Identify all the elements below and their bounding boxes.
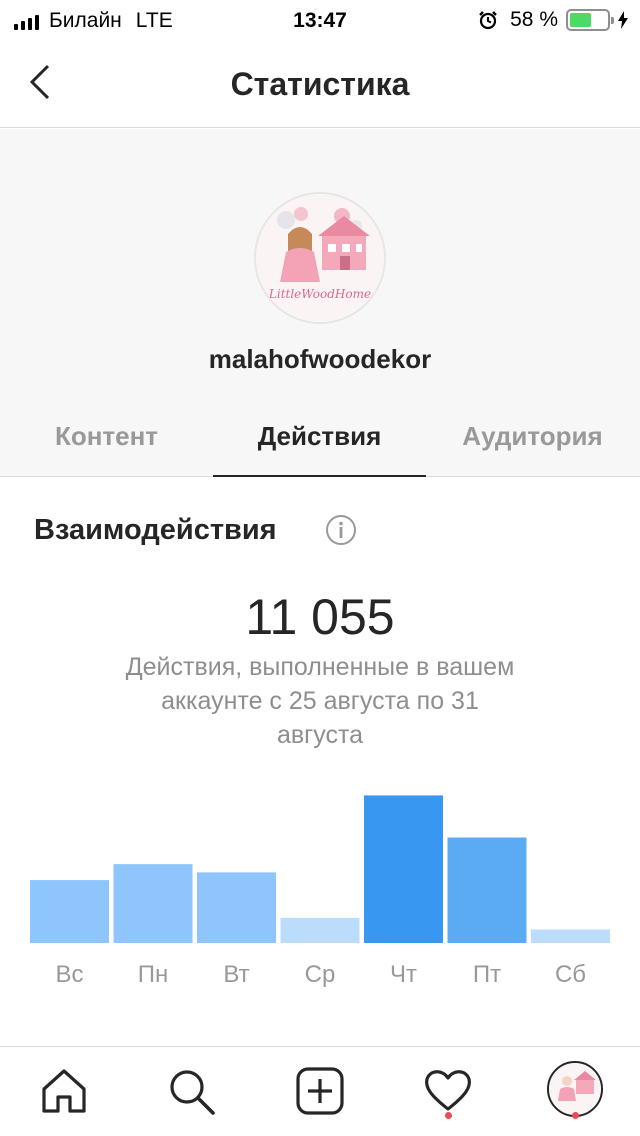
search-icon[interactable] [165, 1065, 217, 1117]
avatar-image: LittleWoodHome [256, 194, 384, 322]
chart-tick-label: Пн [138, 961, 169, 988]
chart-tick-label: Вс [55, 961, 83, 988]
battery-icon [566, 9, 614, 31]
status-right: 58 % [478, 8, 628, 32]
chart-tick-label: Сб [555, 961, 586, 988]
chart-bar[interactable] [30, 880, 109, 943]
interactions-title: Взаимодействия [34, 514, 277, 546]
bottom-tab-bar [0, 1046, 640, 1136]
alarm-icon [479, 11, 497, 30]
chart-bar[interactable] [364, 795, 443, 943]
tab-audience[interactable]: Аудитория [426, 419, 639, 477]
tab-content[interactable]: Контент [0, 419, 213, 477]
chart-tick-label: Пт [473, 961, 501, 988]
profile-avatar-icon[interactable] [547, 1061, 603, 1117]
status-bar: Билайн LTE 13:47 58 % [0, 0, 640, 40]
page-title: Статистика [230, 66, 410, 102]
stats-tabs: Контент Действия Аудитория [0, 419, 640, 477]
chart-bar[interactable] [531, 929, 610, 943]
info-icon[interactable] [325, 514, 357, 546]
activity-heart-icon[interactable] [422, 1065, 474, 1117]
chart-tick-label: Чт [390, 961, 417, 988]
chart-tick-label: Ср [305, 961, 336, 988]
navigation-header: Статистика [0, 40, 640, 128]
chart-bar[interactable] [197, 872, 276, 943]
add-post-icon[interactable] [294, 1065, 346, 1117]
interactions-total: 11 055 [245, 589, 395, 645]
battery-fill [570, 13, 591, 27]
chart-tick-label: Вт [223, 961, 249, 988]
mini-avatar-image [549, 1063, 601, 1115]
chart-bar[interactable] [280, 917, 360, 943]
battery-percent: 58 % [510, 8, 558, 31]
username: malahofwoodekor [208, 344, 432, 374]
profile-section: LittleWoodHome malahofwoodekor Контент Д… [0, 129, 640, 477]
tab-activity[interactable]: Действия [213, 419, 426, 477]
home-icon[interactable] [38, 1065, 90, 1117]
avatar-logo-text: LittleWoodHome [268, 287, 371, 301]
interactions-bar-chart: Вс Пн Вт Ср Чт Пт Сб [30, 795, 610, 988]
interactions-description: Действия, выполненные в вашем аккаунте с… [125, 653, 515, 749]
chart-bar[interactable] [447, 837, 527, 943]
charging-icon [618, 11, 628, 29]
profile-notification-dot [572, 1112, 579, 1119]
activity-notification-dot [445, 1112, 452, 1119]
chart-bar[interactable] [113, 864, 193, 943]
profile-avatar[interactable]: LittleWoodHome [254, 192, 386, 324]
